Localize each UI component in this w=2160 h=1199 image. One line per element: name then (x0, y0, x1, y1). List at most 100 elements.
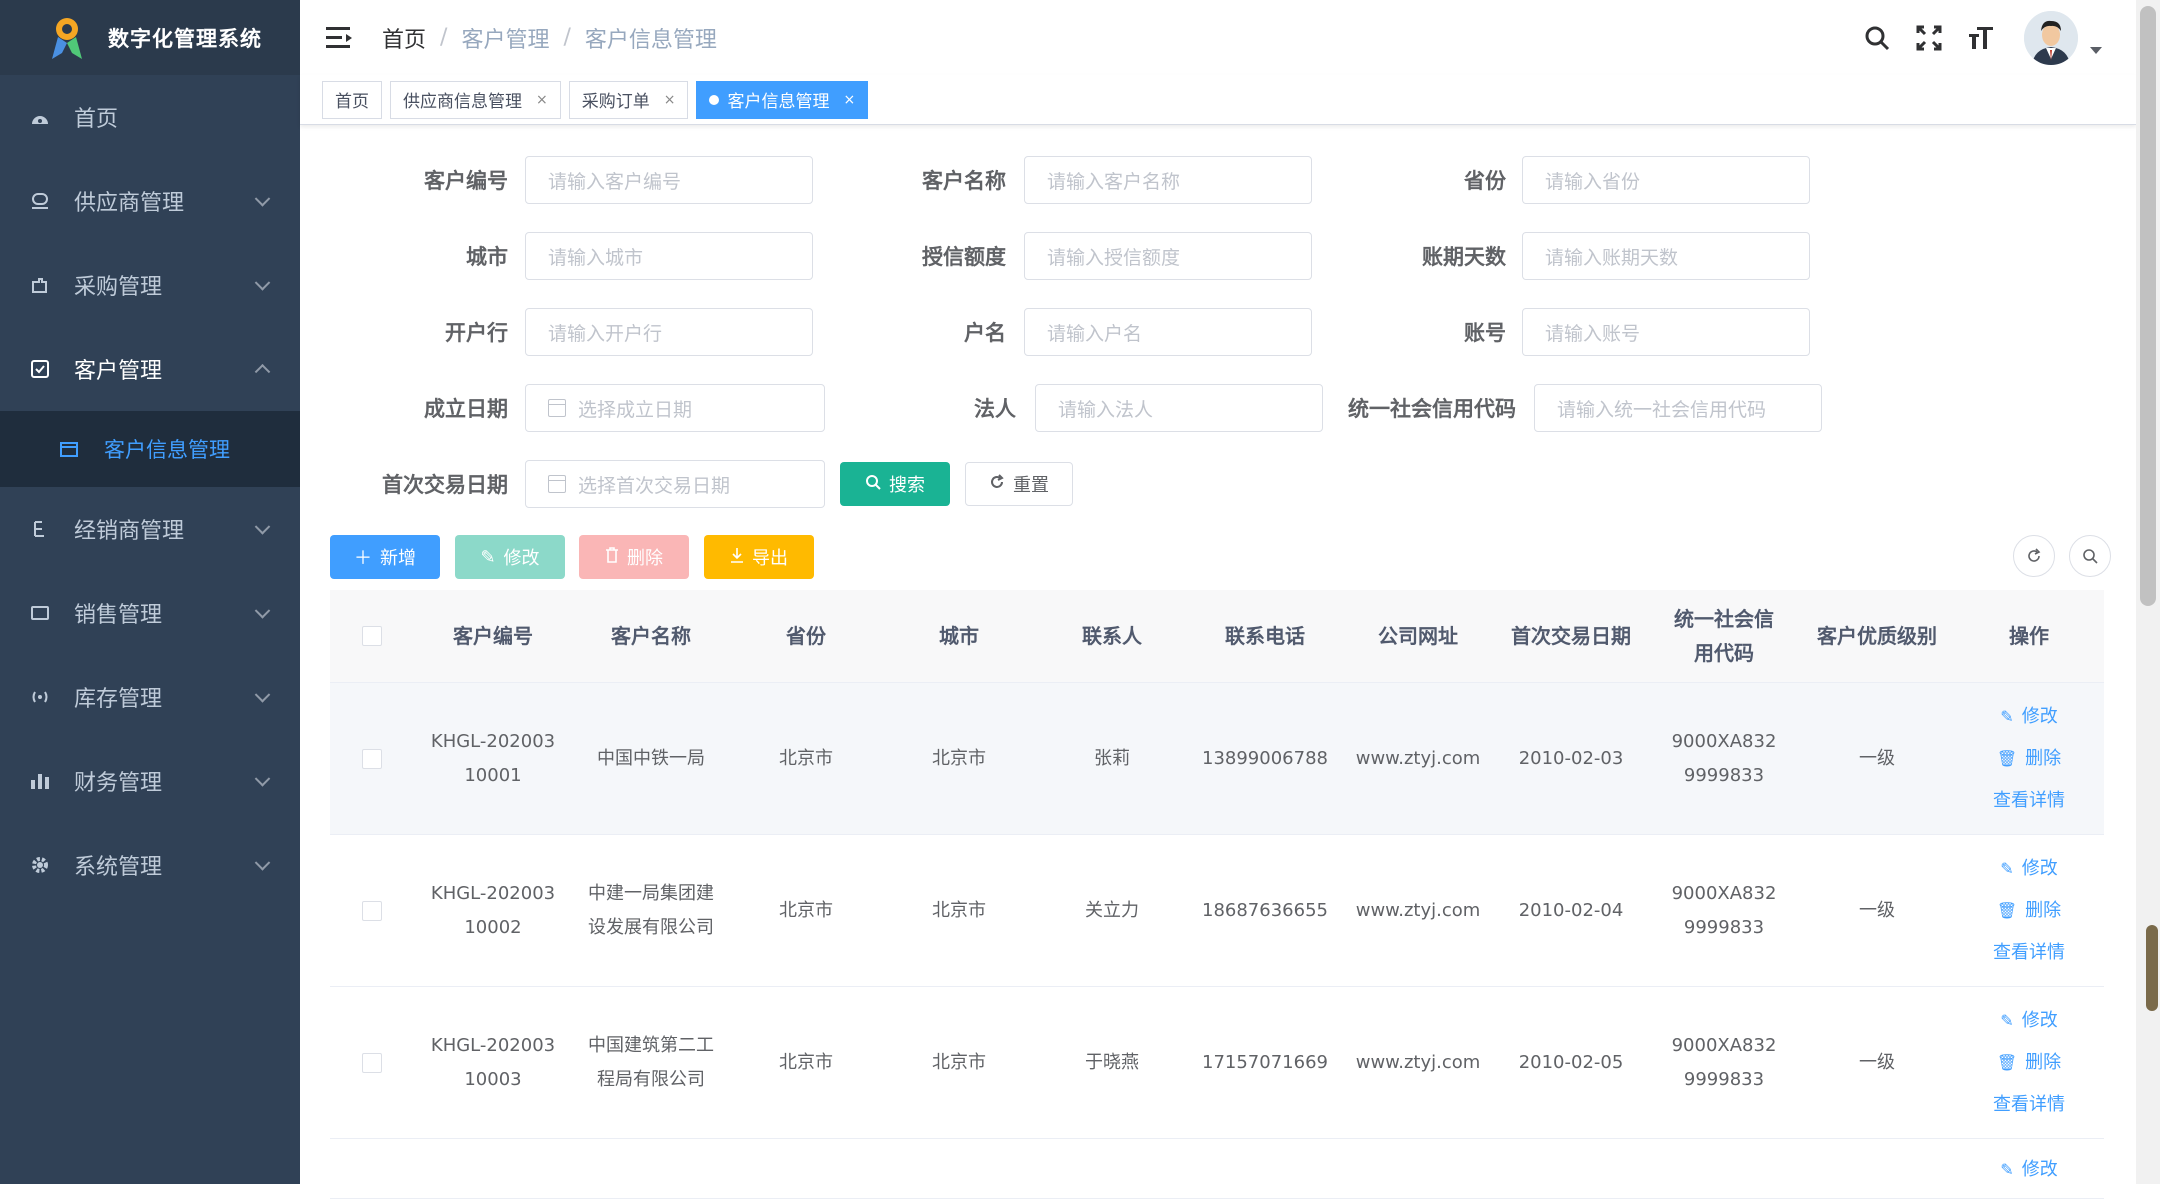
header-actions: 操作 (2009, 624, 2049, 648)
credit-limit-input[interactable]: 请输入授信额度 (1024, 232, 1312, 280)
breadcrumb-customer-info: 客户信息管理 (584, 27, 717, 53)
row-edit-label: 修改 (2021, 1159, 2058, 1180)
payment-days-input[interactable]: 请输入账期天数 (1522, 232, 1810, 280)
close-icon[interactable]: × (664, 92, 676, 108)
add-button-label: 新增 (380, 548, 416, 569)
cell-website: www.ztyj.com (1355, 899, 1481, 921)
label-customer-name: 客户名称 (922, 169, 1006, 193)
sidebar-item-purchase[interactable]: 采购管理 (0, 243, 300, 327)
header-province: 省份 (786, 624, 826, 648)
gear-icon (28, 853, 52, 877)
cell-credit-code: 9000XA8329999833 (1671, 730, 1777, 786)
search-button[interactable]: 搜索 (840, 462, 950, 506)
legal-person-input[interactable]: 请输入法人 (1035, 384, 1323, 432)
app-logo[interactable]: 数字化管理系统 (0, 0, 300, 75)
sidebar-item-customer[interactable]: 客户管理 (0, 327, 300, 411)
edit-icon: ✎ (480, 546, 496, 568)
select-all-checkbox[interactable] (362, 626, 382, 646)
row-edit-link[interactable]: ✎ 修改 (2000, 848, 2057, 890)
toggle-search-button[interactable] (2069, 535, 2111, 577)
row-detail-link[interactable]: 查看详情 (1993, 1084, 2065, 1126)
menu-toggle-icon[interactable] (326, 26, 354, 50)
row-edit-link[interactable]: ✎ 修改 (2000, 696, 2057, 738)
row-delete-link[interactable]: 🗑 删除 (1997, 738, 2061, 780)
search-icon[interactable] (1862, 23, 1892, 53)
export-button[interactable]: 导出 (704, 535, 814, 579)
row-checkbox[interactable] (362, 748, 382, 769)
account-number-input[interactable]: 请输入账号 (1522, 308, 1810, 356)
header-select-all-cell (330, 626, 414, 646)
row-checkbox[interactable] (362, 1052, 382, 1073)
inner-scrollbar-thumb[interactable] (2146, 925, 2158, 1011)
row-edit-link[interactable]: ✎ 修改 (2000, 1000, 2057, 1042)
sidebar-item-dealer[interactable]: 经销商管理 (0, 487, 300, 571)
close-icon[interactable]: × (536, 92, 548, 108)
reset-button[interactable]: 重置 (965, 462, 1073, 506)
customer-name-input[interactable]: 请输入客户名称 (1024, 156, 1312, 204)
tag-home[interactable]: 首页 (322, 80, 382, 119)
city-input[interactable]: 请输入城市 (525, 232, 813, 280)
chevron-down-icon (254, 191, 271, 207)
edit-icon: ✎ (2000, 858, 2014, 878)
tag-customer-info[interactable]: 客户信息管理 × (696, 80, 869, 119)
cell-contact: 关立力 (1085, 899, 1139, 921)
cell-customer-code: KHGL-20200310002 (430, 882, 556, 938)
purchase-icon (28, 273, 52, 297)
cell-phone: 17157071669 (1202, 1051, 1328, 1073)
first-trade-date-picker[interactable]: 选择首次交易日期 (525, 460, 825, 508)
trash-icon: 🗑 (1996, 748, 2018, 768)
row-delete-link[interactable]: 🗑 删除 (1997, 890, 2061, 932)
chevron-down-icon (254, 603, 271, 619)
page-scrollbar-thumb[interactable] (2140, 6, 2156, 606)
sidebar-subitem-customer-info[interactable]: 客户信息管理 (0, 411, 300, 487)
close-icon[interactable]: × (843, 92, 855, 108)
delete-button[interactable]: 删除 (579, 535, 689, 579)
credit-code-input[interactable]: 请输入统一社会信用代码 (1534, 384, 1822, 432)
calendar-icon (548, 475, 566, 493)
label-city: 城市 (466, 245, 508, 269)
sidebar-item-home[interactable]: 首页 (0, 75, 300, 159)
row-checkbox[interactable] (362, 900, 382, 921)
header-website: 公司网址 (1378, 624, 1458, 648)
add-button[interactable]: ＋ 新增 (330, 535, 440, 579)
trash-icon: 🗑 (1996, 900, 2018, 920)
province-input[interactable]: 请输入省份 (1522, 156, 1810, 204)
sidebar-item-label: 系统管理 (74, 855, 163, 880)
edit-button[interactable]: ✎ 修改 (455, 535, 565, 579)
row-edit-link[interactable]: ✎ 修改 (2000, 1149, 2057, 1191)
font-size-icon[interactable] (1966, 23, 1996, 53)
caret-down-icon[interactable] (2090, 47, 2102, 54)
cell-level: 一级 (1859, 899, 1895, 921)
app-title: 数字化管理系统 (108, 26, 262, 51)
sidebar-item-system[interactable]: 系统管理 (0, 823, 300, 907)
tag-supplier-info[interactable]: 供应商信息管理 × (390, 80, 561, 119)
row-detail-link[interactable]: 查看详情 (1993, 932, 2065, 974)
cell-contact: 于晓燕 (1085, 1051, 1139, 1073)
search-button-label: 搜索 (889, 475, 925, 496)
sidebar-item-label: 供应商管理 (74, 191, 185, 216)
checkbox-icon (28, 357, 52, 381)
label-credit-code: 统一社会信用代码 (1348, 397, 1516, 421)
avatar[interactable] (2024, 10, 2078, 65)
breadcrumb-home[interactable]: 首页 (382, 22, 426, 54)
sidebar-item-finance[interactable]: 财务管理 (0, 739, 300, 823)
established-date-picker[interactable]: 选择成立日期 (525, 384, 825, 432)
customer-code-input[interactable]: 请输入客户编号 (525, 156, 813, 204)
bank-input[interactable]: 请输入开户行 (525, 308, 813, 356)
row-delete-link[interactable]: 🗑 删除 (1997, 1042, 2061, 1084)
tag-purchase-order[interactable]: 采购订单 × (568, 80, 689, 119)
account-name-input[interactable]: 请输入户名 (1024, 308, 1312, 356)
label-customer-code: 客户编号 (424, 169, 508, 193)
sidebar-item-sales[interactable]: 销售管理 (0, 571, 300, 655)
export-button-label: 导出 (752, 548, 788, 569)
row-detail-link[interactable]: 查看详情 (1993, 780, 2065, 822)
sidebar-item-inventory[interactable]: 库存管理 (0, 655, 300, 739)
header-phone: 联系电话 (1225, 624, 1305, 648)
refresh-table-button[interactable] (2013, 535, 2055, 577)
breadcrumb-sep: / (563, 25, 571, 50)
row-delete-label: 删除 (2025, 747, 2062, 769)
fullscreen-icon[interactable] (1914, 23, 1944, 53)
sidebar-subitem-label: 客户信息管理 (104, 438, 230, 462)
label-account-number: 账号 (1464, 321, 1506, 345)
sidebar-item-supplier[interactable]: 供应商管理 (0, 159, 300, 243)
